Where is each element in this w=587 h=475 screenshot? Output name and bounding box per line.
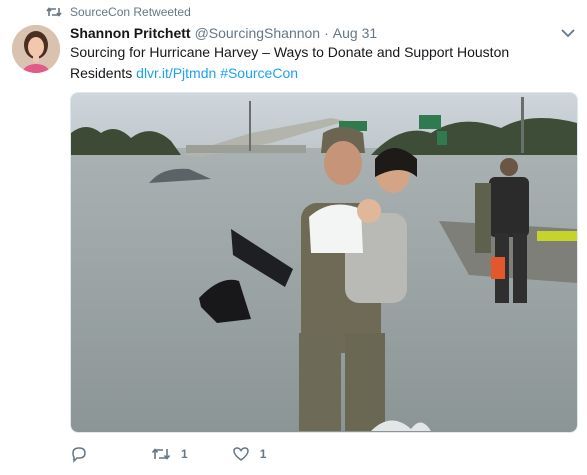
author-display-name[interactable]: Shannon Pritchett (70, 25, 191, 41)
tweet-actions: 1 1 (70, 444, 266, 464)
separator-dot: · (324, 25, 329, 41)
retweet-banner-text[interactable]: SourceCon Retweeted (70, 5, 191, 19)
tweet-hashtag[interactable]: #SourceCon (220, 65, 298, 81)
tweet-header: Shannon Pritchett @SourcingShannon · Aug… (70, 23, 547, 43)
chevron-down-icon[interactable] (559, 26, 577, 40)
retweet-count: 1 (181, 447, 188, 461)
reply-button[interactable] (70, 446, 88, 463)
retweet-icon (46, 5, 62, 19)
like-count: 1 (259, 447, 267, 461)
heart-icon (232, 447, 249, 461)
avatar[interactable] (12, 25, 60, 73)
tweet-text: Sourcing for Hurricane Harvey – Ways to … (70, 42, 550, 84)
retweet-button[interactable]: 1 (151, 446, 188, 462)
retweet-icon (151, 448, 171, 460)
tweet-photo[interactable] (70, 92, 578, 433)
tweet-link[interactable]: dlvr.it/Pjtmdn (136, 65, 216, 81)
author-handle[interactable]: @SourcingShannon (195, 25, 321, 41)
like-button[interactable]: 1 (232, 446, 267, 462)
reply-icon (72, 446, 86, 463)
retweet-banner: SourceCon Retweeted (46, 4, 191, 20)
tweet-date[interactable]: Aug 31 (333, 25, 377, 41)
